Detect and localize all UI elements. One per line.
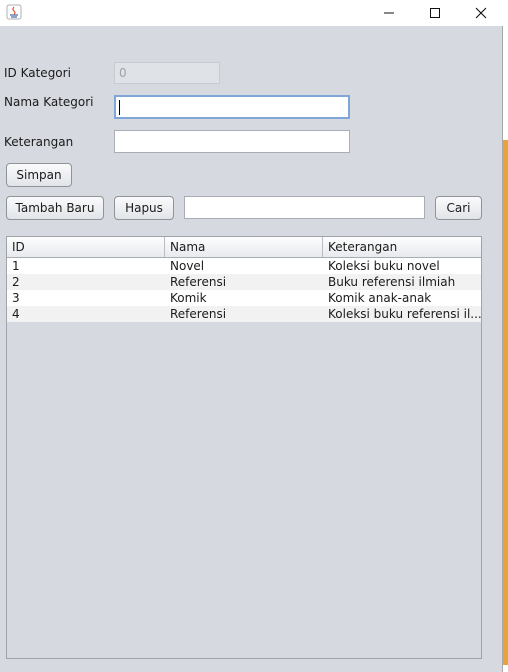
cell-id: 3 bbox=[12, 291, 20, 305]
close-icon bbox=[475, 7, 487, 19]
maximize-icon bbox=[430, 8, 440, 18]
background-window-edge bbox=[503, 140, 508, 665]
cell-nama: Novel bbox=[170, 259, 205, 273]
minimize-icon bbox=[384, 12, 394, 14]
table-body: 1 Novel Koleksi buku novel 2 Referensi B… bbox=[7, 258, 481, 322]
kategori-table[interactable]: ID Nama Keterangan 1 Novel Koleksi buku … bbox=[6, 236, 482, 659]
cell-keterangan: Koleksi buku referensi il... bbox=[328, 307, 481, 321]
nama-kategori-field[interactable] bbox=[114, 95, 350, 119]
nama-kategori-label: Nama Kategori bbox=[4, 95, 94, 109]
cell-nama: Komik bbox=[170, 291, 207, 305]
java-app-icon bbox=[6, 4, 22, 20]
simpan-button[interactable]: Simpan bbox=[6, 163, 72, 187]
id-kategori-field: 0 bbox=[114, 62, 220, 84]
cell-keterangan: Komik anak-anak bbox=[328, 291, 432, 305]
cell-keterangan: Buku referensi ilmiah bbox=[328, 275, 456, 289]
main-window: ID Kategori 0 Nama Kategori Keterangan S… bbox=[0, 0, 503, 672]
search-input[interactable] bbox=[184, 196, 425, 219]
close-button[interactable] bbox=[458, 0, 504, 26]
cari-button[interactable]: Cari bbox=[435, 196, 482, 220]
column-header-keterangan[interactable]: Keterangan bbox=[323, 237, 481, 257]
table-row[interactable]: 4 Referensi Koleksi buku referensi il... bbox=[7, 306, 481, 322]
keterangan-field[interactable] bbox=[114, 130, 350, 153]
column-header-nama[interactable]: Nama bbox=[165, 237, 323, 257]
table-row[interactable]: 1 Novel Koleksi buku novel bbox=[7, 258, 481, 274]
table-row[interactable]: 3 Komik Komik anak-anak bbox=[7, 290, 481, 306]
id-kategori-label: ID Kategori bbox=[4, 66, 71, 80]
keterangan-label: Keterangan bbox=[4, 135, 74, 149]
column-header-id[interactable]: ID bbox=[7, 237, 165, 257]
table-row[interactable]: 2 Referensi Buku referensi ilmiah bbox=[7, 274, 481, 290]
tambah-baru-button[interactable]: Tambah Baru bbox=[6, 196, 104, 220]
hapus-button[interactable]: Hapus bbox=[114, 196, 174, 220]
maximize-button[interactable] bbox=[412, 0, 458, 26]
cell-nama: Referensi bbox=[170, 307, 227, 321]
cell-id: 2 bbox=[12, 275, 20, 289]
text-caret bbox=[119, 100, 120, 115]
minimize-button[interactable] bbox=[366, 0, 412, 26]
title-bar bbox=[0, 0, 503, 26]
cell-nama: Referensi bbox=[170, 275, 227, 289]
cell-id: 1 bbox=[12, 259, 20, 273]
table-header: ID Nama Keterangan bbox=[7, 237, 481, 258]
cell-id: 4 bbox=[12, 307, 20, 321]
cell-keterangan: Koleksi buku novel bbox=[328, 259, 440, 273]
